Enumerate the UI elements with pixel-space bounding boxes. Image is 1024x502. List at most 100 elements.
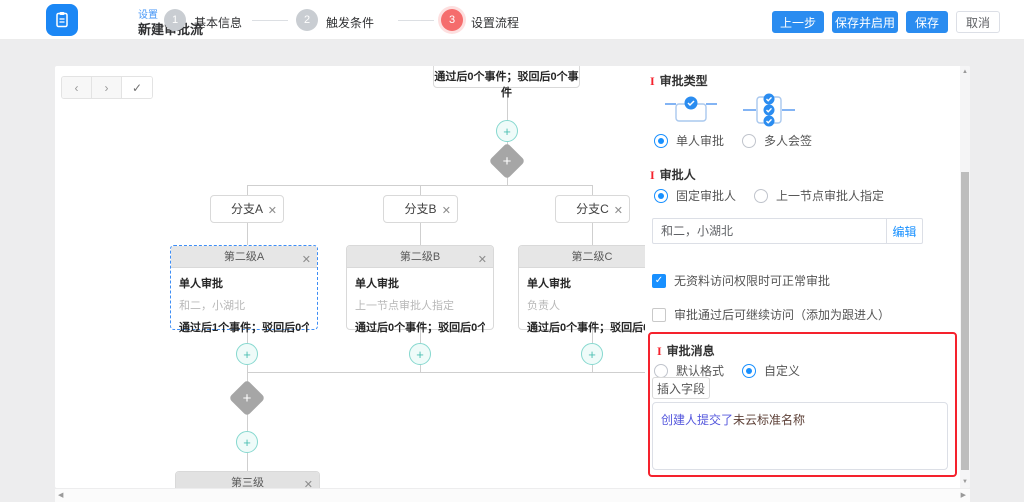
panel-scrollbar[interactable]: ▲ ▼	[960, 66, 970, 488]
node-title: 第二级B	[400, 251, 440, 263]
connector	[592, 365, 593, 372]
node-settings-panel: I审批类型 单人审批 多人会签	[645, 66, 960, 488]
save-button[interactable]: 保存	[906, 11, 948, 33]
radio-fixed-approver[interactable]	[654, 189, 668, 203]
validate-check-icon[interactable]: ✓	[122, 77, 152, 98]
edit-approver-button[interactable]: 编辑	[886, 219, 922, 243]
canvas-h-scrollbar[interactable]: ◀ ▶	[55, 489, 970, 502]
flow-node-events-summary[interactable]: 通过后0个事件；驳回后0个事件	[433, 66, 580, 88]
save-and-enable-button[interactable]: 保存并启用	[832, 11, 898, 33]
step-connector	[398, 20, 434, 21]
approval-node-level3[interactable]: 第三级 ✕	[175, 471, 320, 488]
approval-node-level2-c[interactable]: 第二级C ✕ 单人审批 负责人 通过后0个事件；驳回后0个事件	[518, 245, 666, 330]
step-3-label: 设置流程	[471, 14, 519, 31]
insert-field-button[interactable]: 插入字段	[652, 377, 710, 399]
checkbox-continue-access[interactable]	[652, 308, 666, 322]
connector	[247, 223, 248, 245]
prev-step-button[interactable]: 上一步	[772, 11, 824, 33]
single-approval-icon[interactable]	[665, 93, 717, 127]
required-marker: I	[650, 168, 655, 182]
undo-icon[interactable]: ‹	[62, 77, 92, 98]
radio-previous-node-approver[interactable]	[754, 189, 768, 203]
node-title: 第三级	[231, 477, 264, 488]
approver-section-label: I审批人	[650, 166, 696, 183]
required-marker: I	[657, 344, 662, 358]
radio-label: 单人审批	[676, 132, 724, 149]
branch-split-diamond[interactable]: +	[494, 148, 520, 174]
branch-node-b[interactable]: 分支B ✕	[383, 195, 458, 223]
add-node-icon[interactable]: +	[496, 120, 518, 142]
add-node-icon[interactable]: +	[236, 431, 258, 453]
add-node-icon[interactable]: +	[236, 343, 258, 365]
plus-icon: +	[494, 148, 520, 174]
radio-default-format[interactable]	[654, 364, 668, 378]
approver-input[interactable]: 和二，小湖北	[653, 219, 886, 243]
radio-label: 固定审批人	[676, 187, 736, 204]
redo-icon[interactable]: ›	[92, 77, 122, 98]
branch-node-c[interactable]: 分支C ✕	[555, 195, 630, 223]
add-node-icon[interactable]: +	[581, 343, 603, 365]
close-icon[interactable]: ✕	[304, 474, 313, 488]
radio-label: 上一节点审批人指定	[776, 187, 884, 204]
close-icon[interactable]: ✕	[478, 249, 487, 271]
connector	[247, 365, 248, 372]
close-icon[interactable]: ✕	[302, 249, 311, 271]
connector	[420, 223, 421, 245]
scroll-up-icon[interactable]: ▲	[960, 69, 970, 75]
approval-type-section-label: I审批类型	[650, 72, 708, 89]
required-marker: I	[650, 74, 655, 88]
radio-label: 多人会签	[764, 132, 812, 149]
node-approval-type: 单人审批	[179, 275, 309, 291]
approver-input-group: 和二，小湖北 编辑	[652, 218, 923, 244]
node-assignee: 负责人	[527, 297, 657, 313]
radio-single-approval[interactable]	[654, 134, 668, 148]
radio-label: 自定义	[764, 362, 800, 379]
scroll-left-icon[interactable]: ◀	[58, 491, 63, 499]
connector	[247, 453, 248, 471]
step-1-label: 基本信息	[194, 14, 242, 31]
multi-countersign-icon[interactable]	[743, 93, 795, 127]
radio-multi-countersign[interactable]	[742, 134, 756, 148]
radio-custom-format[interactable]	[742, 364, 756, 378]
node-title: 第二级A	[224, 251, 264, 263]
node-approval-type: 单人审批	[355, 275, 485, 291]
flow-canvas[interactable]: ‹ › ✓ 通过后0个事件；驳回后0个事件 + + 分支A ✕ 分支B ✕ 分支…	[55, 66, 970, 488]
step-2-circle[interactable]: 2	[296, 9, 318, 31]
top-header: 设置 新建审批流 1 基本信息 2 触发条件 3 设置流程 上一步 保存并启用 …	[0, 0, 1024, 40]
approval-message-section-label: I审批消息	[657, 342, 715, 359]
scrollbar-thumb[interactable]	[961, 172, 969, 470]
message-text-form-name: 未云标准名称	[733, 413, 805, 427]
branch-node-a[interactable]: 分支A ✕	[210, 195, 284, 223]
add-node-icon[interactable]: +	[409, 343, 431, 365]
node-events: 通过后1个事件；驳回后0个事件	[179, 319, 309, 335]
connector	[592, 223, 593, 245]
branch-label: 分支A	[231, 202, 263, 216]
node-events: 通过后0个事件；驳回后0个事件	[527, 319, 657, 335]
step-3-circle[interactable]: 3	[441, 9, 463, 31]
message-content-textarea[interactable]: 创建人提交了未云标准名称	[652, 402, 948, 470]
connector	[592, 185, 593, 195]
cancel-button[interactable]: 取消	[956, 11, 1000, 33]
approval-node-level2-a[interactable]: 第二级A ✕ 单人审批 和二，小湖北 通过后1个事件；驳回后0个事件	[170, 245, 318, 330]
message-text-creator: 创建人提交了	[661, 413, 733, 427]
branch-merge-diamond[interactable]: +	[234, 385, 260, 411]
scroll-right-icon[interactable]: ▶	[961, 491, 966, 499]
branch-label: 分支B	[404, 202, 436, 216]
node-approval-type: 单人审批	[527, 275, 657, 291]
close-icon[interactable]: ✕	[614, 198, 623, 224]
close-icon[interactable]: ✕	[442, 198, 451, 224]
scroll-down-icon[interactable]: ▼	[960, 479, 970, 485]
checkbox-no-permission-approve[interactable]: ✓	[652, 274, 666, 288]
plus-icon: +	[234, 385, 260, 411]
connector	[420, 365, 421, 372]
branch-label: 分支C	[576, 202, 609, 216]
node-title: 第二级C	[572, 251, 613, 263]
checkbox-label: 审批通过后可继续访问（添加为跟进人）	[674, 306, 890, 323]
connector	[247, 185, 248, 195]
step-connector	[252, 20, 288, 21]
node-events: 通过后0个事件；驳回后0个事件	[355, 319, 485, 335]
step-1-circle[interactable]: 1	[164, 9, 186, 31]
approval-node-level2-b[interactable]: 第二级B ✕ 单人审批 上一节点审批人指定 通过后0个事件；驳回后0个事件	[346, 245, 494, 330]
connector	[420, 185, 421, 195]
close-icon[interactable]: ✕	[268, 198, 277, 224]
